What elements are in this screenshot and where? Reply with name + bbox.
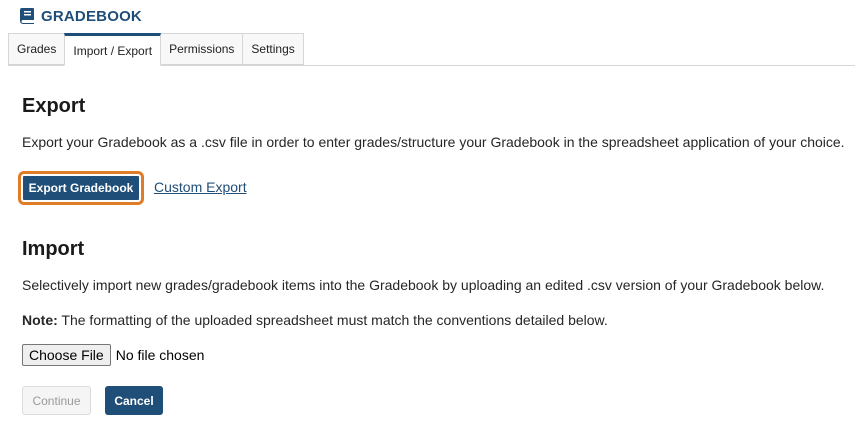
tab-import-export[interactable]: Import / Export (64, 33, 162, 66)
continue-button[interactable]: Continue (22, 386, 91, 415)
tab-bar: Grades Import / Export Permissions Setti… (8, 33, 304, 66)
app-header: GRADEBOOK (18, 7, 142, 25)
book-icon (20, 8, 34, 24)
tab-permissions[interactable]: Permissions (160, 33, 244, 65)
export-gradebook-button[interactable]: Export Gradebook (21, 174, 141, 202)
import-note: Note: The formatting of the uploaded spr… (22, 312, 608, 328)
note-text: The formatting of the uploaded spreadshe… (57, 312, 608, 328)
tab-grades[interactable]: Grades (8, 33, 66, 65)
tab-settings[interactable]: Settings (242, 33, 304, 65)
file-status: No file chosen (115, 347, 205, 363)
import-description: Selectively import new grades/gradebook … (22, 277, 825, 293)
choose-file-button[interactable]: Choose File (22, 344, 111, 366)
import-heading: Import (22, 238, 85, 260)
app-title: GRADEBOOK (41, 7, 142, 25)
file-picker: Choose File No file chosen (22, 344, 204, 366)
export-description: Export your Gradebook as a .csv file in … (22, 134, 845, 150)
export-heading: Export (22, 95, 86, 117)
note-label: Note: (22, 312, 58, 328)
custom-export-link[interactable]: Custom Export (154, 179, 247, 195)
cancel-button[interactable]: Cancel (105, 386, 163, 415)
